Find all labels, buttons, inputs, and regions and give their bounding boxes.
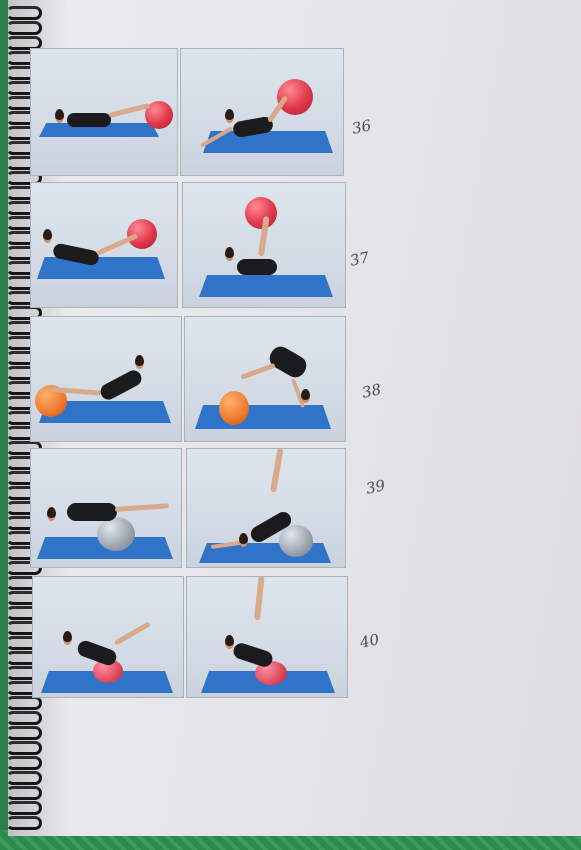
exercise-ball: [245, 197, 277, 229]
exercise-photo: [30, 448, 182, 568]
exercise-ball: [219, 391, 249, 425]
exercise-mat: [195, 405, 331, 429]
person-head: [225, 635, 234, 649]
person-head: [63, 631, 72, 645]
exercise-photo: [186, 448, 346, 568]
person-head: [225, 109, 234, 123]
person-head: [55, 109, 64, 123]
person-legs: [240, 362, 276, 380]
person-head: [135, 355, 144, 369]
person: [67, 503, 117, 521]
exercise-photo: [182, 182, 346, 308]
person-legs: [254, 577, 265, 621]
exercise-ball: [97, 517, 135, 551]
exercise-mat: [37, 257, 165, 279]
exercise-photo: [184, 316, 346, 442]
exercise-photo: [32, 576, 184, 698]
person: [266, 342, 310, 382]
exercise-mat: [199, 275, 333, 297]
person-head: [239, 533, 248, 547]
person-head: [47, 507, 56, 521]
person-legs: [114, 503, 170, 512]
person-legs: [113, 621, 151, 646]
exercise-photo: [30, 316, 182, 442]
exercise-photo: [180, 48, 344, 176]
exercise-photo: [30, 48, 178, 176]
person: [67, 113, 111, 127]
exercise-photo: [30, 182, 178, 308]
person-legs: [270, 449, 284, 493]
exercise-photo-grid: [0, 0, 581, 850]
person-head: [225, 247, 234, 261]
person: [237, 259, 277, 275]
person-head: [43, 229, 52, 243]
person: [97, 367, 145, 403]
exercise-photo: [186, 576, 348, 698]
person-head: [301, 389, 310, 403]
exercise-ball: [279, 525, 313, 557]
person: [231, 641, 275, 669]
